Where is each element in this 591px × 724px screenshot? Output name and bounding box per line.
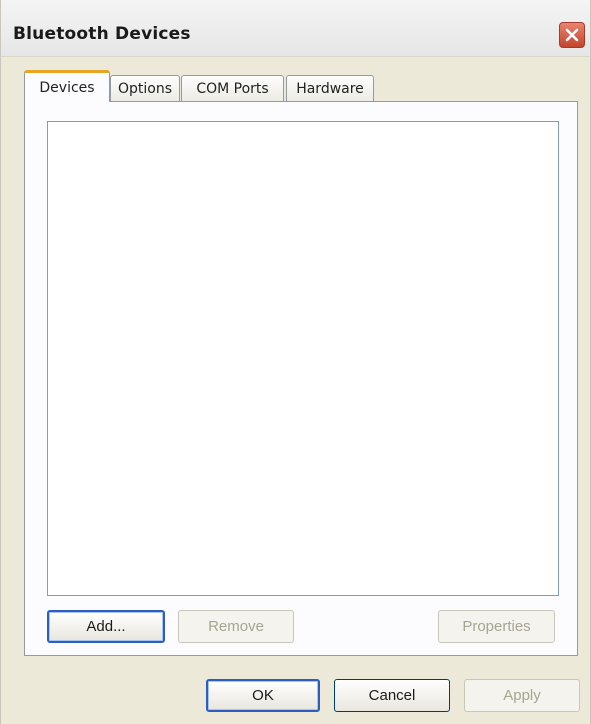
properties-button[interactable]: Properties (438, 610, 555, 643)
add-button[interactable]: Add... (47, 610, 165, 643)
ok-button[interactable]: OK (206, 679, 320, 712)
tab-com-ports[interactable]: COM Ports (181, 75, 284, 101)
remove-button[interactable]: Remove (178, 610, 294, 643)
bluetooth-devices-dialog: Bluetooth Devices Devices Options COM Po… (0, 0, 591, 724)
window-title: Bluetooth Devices (13, 24, 191, 44)
device-list[interactable] (47, 121, 559, 596)
apply-button[interactable]: Apply (464, 679, 580, 712)
title-bar[interactable]: Bluetooth Devices (1, 0, 590, 57)
tab-hardware[interactable]: Hardware (286, 75, 374, 101)
close-x-icon (565, 28, 579, 42)
close-button[interactable] (559, 22, 585, 48)
tab-devices[interactable]: Devices (24, 70, 110, 102)
tab-options[interactable]: Options (110, 75, 180, 101)
cancel-button[interactable]: Cancel (334, 679, 450, 712)
